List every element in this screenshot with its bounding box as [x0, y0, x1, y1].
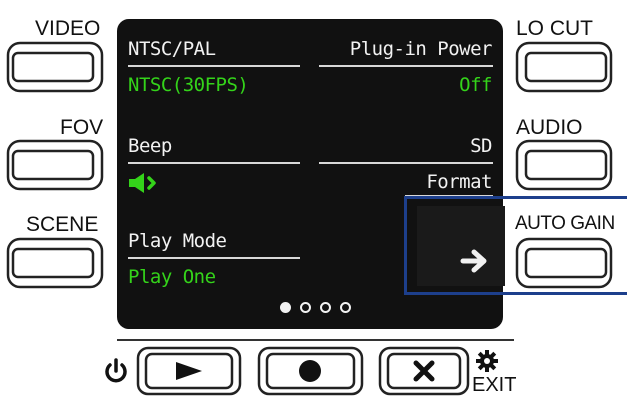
beep-title: Beep — [128, 135, 172, 157]
fov-button[interactable] — [6, 139, 104, 191]
audio-button[interactable] — [515, 139, 613, 191]
plugin-power-title: Plug-in Power — [349, 38, 493, 60]
divider-line — [319, 65, 493, 67]
play-button[interactable] — [136, 346, 242, 396]
sd-title: SD — [470, 135, 492, 157]
gear-icon — [476, 350, 498, 372]
arrow-right-icon[interactable] — [460, 248, 490, 274]
cancel-button[interactable] — [378, 346, 470, 396]
exit-label: EXIT — [472, 374, 517, 396]
ntsc-pal-title: NTSC/PAL — [128, 38, 216, 60]
scene-button-label: SCENE — [26, 213, 99, 236]
power-icon[interactable] — [103, 357, 129, 385]
record-icon — [299, 360, 321, 382]
divider-line — [128, 162, 300, 164]
page-dot — [320, 302, 331, 313]
lo-cut-button[interactable] — [515, 41, 613, 93]
page-dot — [340, 302, 351, 313]
ntsc-pal-value[interactable]: NTSC(30FPS) — [128, 76, 249, 95]
fov-button-label: FOV — [60, 116, 104, 139]
divider-line — [128, 257, 300, 259]
record-button[interactable] — [257, 346, 364, 396]
sd-format-panel[interactable] — [417, 206, 505, 286]
divider-line — [128, 65, 300, 67]
sd-format-subtitle: Format — [426, 171, 492, 193]
scene-button[interactable] — [6, 237, 104, 289]
divider-line — [319, 162, 493, 164]
lo-cut-button-label: LO CUT — [516, 17, 594, 40]
page-dot-active — [280, 302, 291, 313]
panel-divider — [117, 339, 514, 341]
audio-button-label: AUDIO — [516, 116, 583, 139]
play-mode-title: Play Mode — [128, 230, 227, 252]
video-button[interactable] — [6, 41, 104, 93]
play-mode-value[interactable]: Play One — [128, 268, 216, 287]
video-button-label: VIDEO — [35, 17, 101, 40]
plugin-power-value[interactable]: Off — [459, 76, 492, 95]
speaker-icon[interactable] — [128, 171, 162, 195]
page-dot — [300, 302, 311, 313]
